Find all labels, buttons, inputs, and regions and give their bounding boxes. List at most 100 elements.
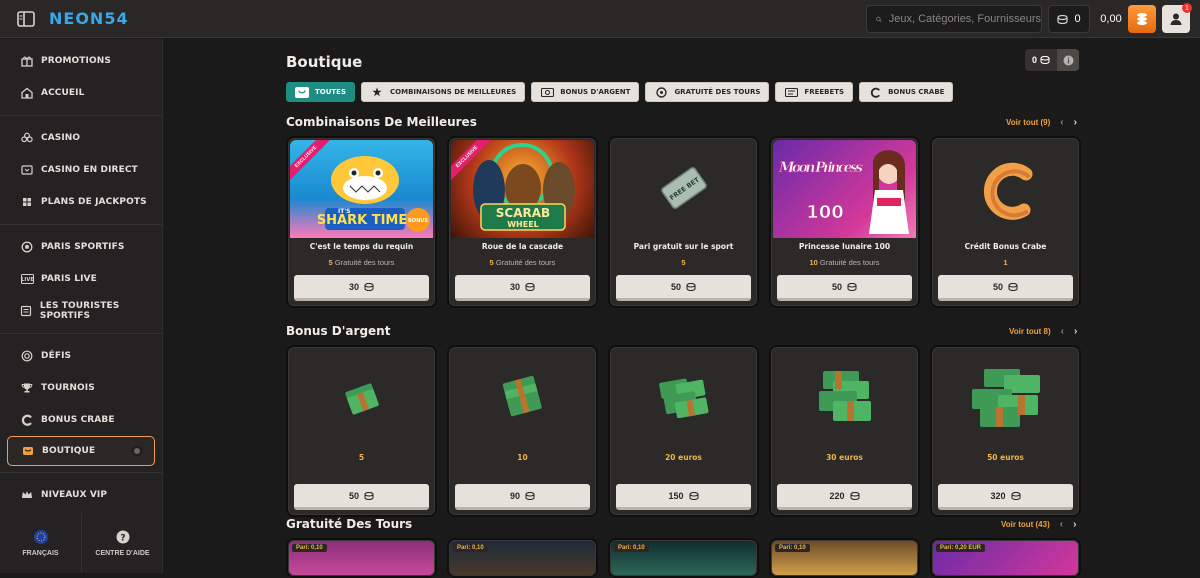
deposit-button[interactable] — [1128, 5, 1156, 33]
card-title: C'est le temps du requin — [309, 242, 414, 251]
shop-card[interactable]: 50 euros 320 — [930, 345, 1081, 517]
sidebar-item-paris-live[interactable]: LIVE Paris live — [0, 263, 162, 295]
shop-card[interactable]: Pari: 0,10 — [286, 538, 437, 578]
language-selector[interactable]: FRANÇAIS — [0, 513, 82, 573]
balance-display[interactable]: 0,00 — [1096, 5, 1126, 33]
coins-icon — [1137, 13, 1147, 25]
buy-button[interactable]: 150 — [616, 484, 751, 510]
chevron-left-icon[interactable]: ‹ — [1061, 326, 1064, 337]
card-title: 30 euros — [826, 453, 863, 462]
coin-stack-icon — [1010, 491, 1021, 500]
coin-stack-icon — [1057, 14, 1069, 24]
chevron-right-icon[interactable]: › — [1073, 519, 1076, 530]
shop-card[interactable]: 5 50 — [286, 345, 437, 517]
sidebar-item-jackpots[interactable]: Plans de jackpots — [0, 186, 162, 218]
star-icon — [370, 87, 384, 98]
filter-toutes[interactable]: Toutes — [286, 82, 356, 102]
sidebar-item-bonus-crabe[interactable]: Bonus crabe — [0, 404, 162, 436]
filter-gratuite-tours[interactable]: Gratuité des tours — [645, 82, 770, 102]
see-all-money[interactable]: Voir tout 8) ‹ › — [1009, 326, 1077, 337]
filter-bonus-crabe[interactable]: Bonus crabe — [859, 82, 954, 102]
chevron-right-icon[interactable]: › — [1074, 117, 1077, 128]
price-value: 30 — [348, 281, 359, 292]
card-title: 5 — [358, 453, 365, 462]
sidebar-item-paris-sportifs[interactable]: Paris sportifs — [0, 231, 162, 263]
shop-card[interactable]: FREE BET Pari gratuit sur le sport 5 50 — [608, 136, 759, 308]
filter-freebets[interactable]: Freebets — [775, 82, 854, 102]
balance-value: 0,00 — [1100, 13, 1122, 25]
coin-stack-icon — [849, 491, 860, 500]
shop-wallet: 0 — [1025, 49, 1079, 71]
chevron-left-icon[interactable]: ‹ — [1060, 117, 1063, 128]
sidebar-item-label: Les touristes sportifs — [39, 301, 120, 321]
sidebar-item-label: Accueil — [41, 88, 85, 98]
buy-button[interactable]: 50 — [938, 275, 1073, 301]
sidebar-item-vip[interactable]: Niveaux VIP — [0, 479, 162, 511]
sidebar-item-casino-direct[interactable]: Casino en direct — [0, 154, 162, 186]
site-logo[interactable]: NEON54 — [49, 9, 129, 28]
sidebar-item-touristes[interactable]: Les touristes sportifs — [0, 295, 162, 327]
shop-card[interactable]: SCARAB WHEEL EXCLUSIVE Roue de la cascade… — [447, 136, 598, 308]
shop-card[interactable]: 30 euros 220 — [769, 345, 920, 517]
sidebar-toggle-icon[interactable] — [15, 8, 37, 30]
shop-card[interactable]: 20 euros 150 — [608, 345, 759, 517]
coin-stack-icon — [364, 491, 374, 500]
see-all-combos[interactable]: Voir tout (9) ‹ › — [1006, 117, 1077, 128]
shop-card[interactable]: Pari: 0,20 EUR — [930, 538, 1081, 578]
sidebar-item-label: Promotions — [41, 56, 111, 66]
sidebar-item-label: Casino — [41, 133, 81, 143]
sidebar-item-defis[interactable]: Défis — [0, 340, 162, 372]
bet-tag: Pari: 0,10 — [614, 544, 649, 552]
free-bet-ticket-art: FREE BET — [612, 140, 755, 238]
buy-button[interactable]: 90 — [455, 484, 590, 510]
card-subtitle: 5 Gratuité des tours — [288, 258, 435, 267]
buy-button[interactable]: 220 — [777, 484, 912, 510]
shop-card[interactable]: 10 90 — [447, 345, 598, 517]
coins-counter[interactable]: 0 — [1048, 5, 1090, 33]
svg-text:?: ? — [120, 533, 125, 543]
buy-button[interactable]: 50 — [777, 275, 912, 301]
buy-button[interactable]: 30 — [294, 275, 429, 301]
nav-group: Promotions Accueil — [0, 39, 162, 116]
filter-combinaisons[interactable]: Combinaisons de meilleures — [361, 82, 526, 102]
filter-label: Toutes — [315, 88, 347, 96]
sidebar-item-boutique[interactable]: Boutique — [7, 436, 155, 466]
sidebar-item-casino[interactable]: Casino — [0, 122, 162, 154]
user-icon — [1170, 13, 1182, 25]
see-all-spins[interactable]: Voir tout (43) ‹ › — [1001, 519, 1076, 530]
search-input[interactable]: Jeux, Catégories, Fournisseurs — [866, 5, 1042, 33]
sidebar-item-promotions[interactable]: Promotions — [0, 45, 162, 77]
live-cards-icon — [20, 163, 34, 177]
buy-button[interactable]: 320 — [938, 484, 1073, 510]
buy-button[interactable]: 50 — [616, 275, 751, 301]
shop-card[interactable]: Pari: 0,10 — [447, 538, 598, 578]
chevron-left-icon[interactable]: ‹ — [1060, 519, 1063, 530]
sidebar-item-accueil[interactable]: Accueil — [0, 77, 162, 109]
buy-button[interactable]: 30 — [455, 275, 590, 301]
sidebar-item-label: Paris sportifs — [41, 242, 125, 252]
shop-card[interactable]: Moon Princess 100 Princesse lunaire 100 1… — [769, 136, 920, 308]
toggle-indicator — [132, 446, 142, 456]
filter-bonus-argent[interactable]: Bonus d'argent — [531, 82, 640, 102]
coin-stack-icon — [525, 282, 535, 291]
nav-group: Paris sportifs LIVE Paris live Les touris… — [0, 225, 162, 334]
card-title: Princesse lunaire 100 — [798, 242, 891, 251]
sidebar-item-label: Boutique — [42, 446, 96, 456]
help-center-link[interactable]: ? CENTRE D'AIDE — [82, 513, 163, 573]
see-all-label: Voir tout 8) — [1009, 327, 1051, 336]
card-qty-label: Gratuité des tours — [334, 258, 395, 267]
buy-button[interactable]: 50 — [294, 484, 429, 510]
sidebar-item-tournois[interactable]: Tournois — [0, 372, 162, 404]
card-qty: 5 — [328, 258, 333, 267]
ticket-icon — [20, 304, 33, 318]
profile-button[interactable]: 1 — [1162, 3, 1192, 33]
info-button[interactable] — [1057, 49, 1079, 71]
shop-card[interactable]: SHARK TIME! IT'S BONUS EXCLUSIVE C'est le … — [286, 136, 437, 308]
shop-card[interactable]: Crédit Bonus Crabe 1 50 — [930, 136, 1081, 308]
chevron-right-icon[interactable]: › — [1074, 326, 1077, 337]
filter-bar: Toutes Combinaisons de meilleures Bonus … — [286, 82, 954, 102]
shop-card[interactable]: Pari: 0,10 — [608, 538, 759, 578]
coins-value: 0 — [1074, 13, 1081, 25]
target-icon — [20, 349, 34, 363]
shop-card[interactable]: Pari: 0,10 — [769, 538, 920, 578]
